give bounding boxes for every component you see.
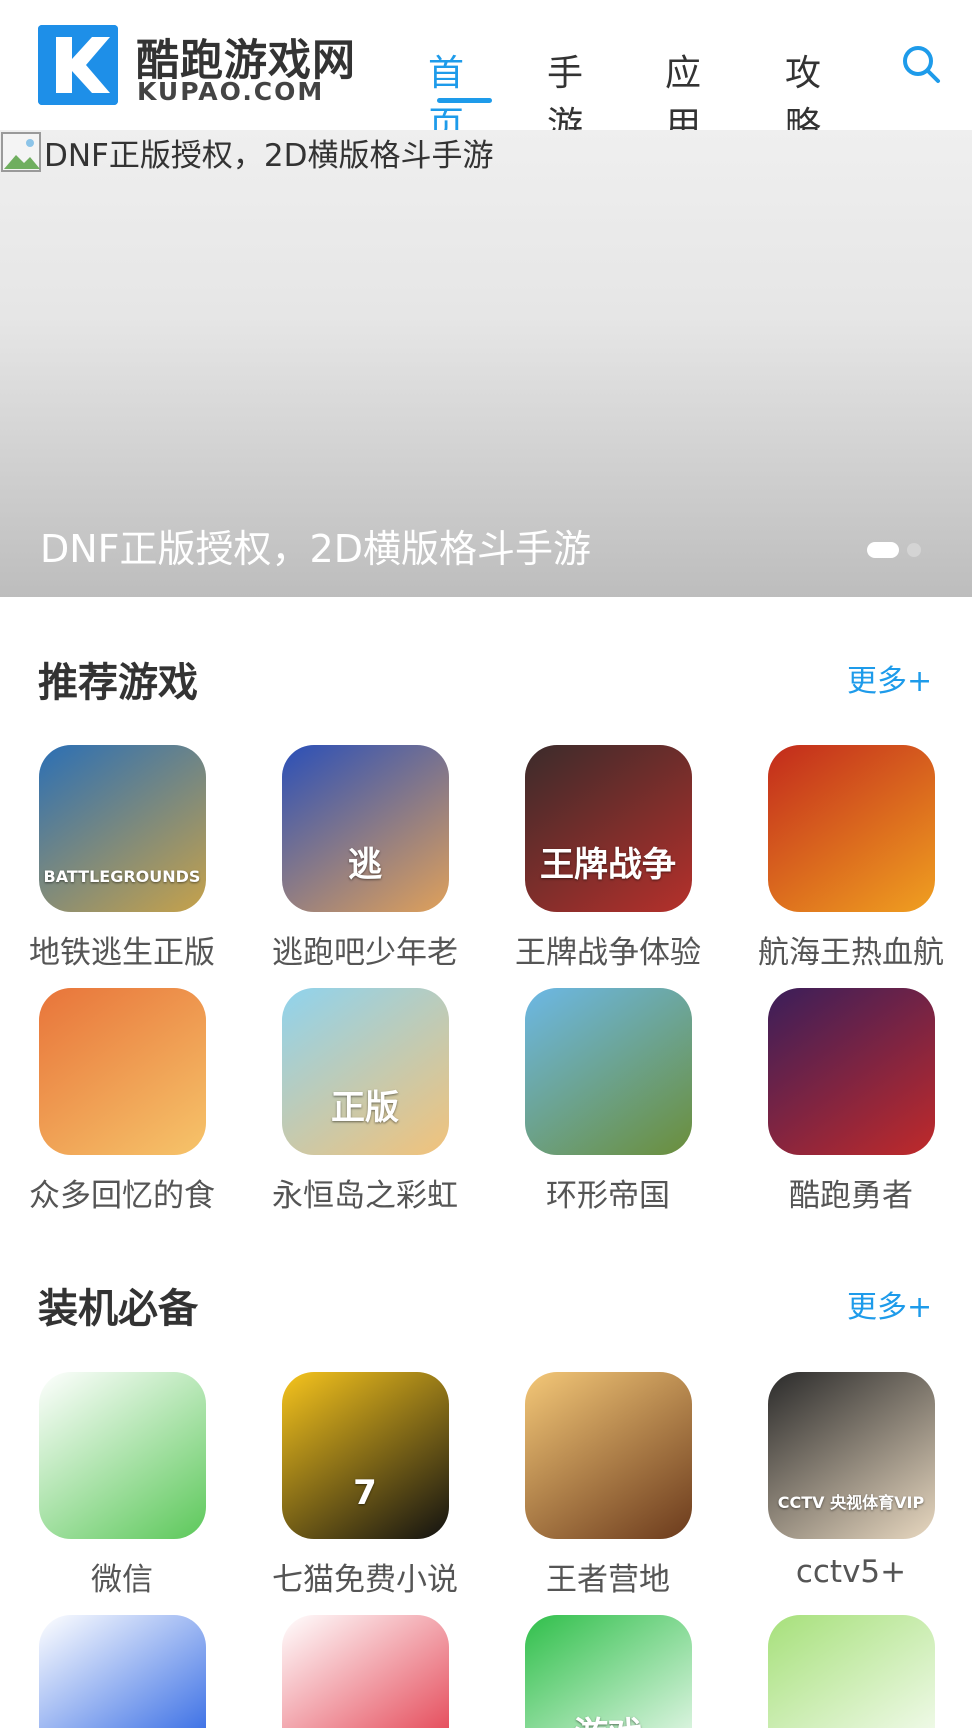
essentials-app-item[interactable]: 微信 xyxy=(7,1372,237,1599)
essentials-app-item[interactable] xyxy=(7,1615,237,1728)
app-icon[interactable]: 游戏 xyxy=(524,1615,692,1728)
app-icon[interactable] xyxy=(38,1615,206,1728)
app-name[interactable]: 微信 xyxy=(7,1554,237,1599)
carousel-dot-active[interactable] xyxy=(867,542,899,558)
hero-banner[interactable]: DNF正版授权，2D横版格斗手游 DNF正版授权，2D横版格斗手游 xyxy=(0,130,972,597)
recommended-app-item[interactable]: 逃逃跑吧少年老 xyxy=(250,745,480,972)
app-icon[interactable]: 正版 xyxy=(281,988,449,1155)
nav-active-indicator xyxy=(437,98,492,103)
banner-caption[interactable]: DNF正版授权，2D横版格斗手游 xyxy=(40,518,591,573)
broken-image-icon xyxy=(1,131,41,172)
app-name[interactable]: 逃跑吧少年老 xyxy=(250,927,480,972)
carousel-dot[interactable] xyxy=(907,543,921,557)
recommended-app-item[interactable]: 正版 永恒岛之彩虹 xyxy=(250,988,480,1215)
app-icon-text: 正版 xyxy=(331,1088,399,1128)
app-icon-text: 逃 xyxy=(348,845,382,885)
more-link-essentials[interactable]: 更多+ xyxy=(847,1282,932,1326)
essentials-app-item[interactable]: 王者营地 xyxy=(493,1372,723,1599)
essentials-app-item[interactable] xyxy=(250,1615,480,1728)
section-title-recommended: 推荐游戏 xyxy=(38,660,198,706)
app-name[interactable]: 航海王热血航 xyxy=(736,927,966,972)
app-icon[interactable] xyxy=(38,1372,206,1539)
app-name[interactable]: 七猫免费小说 xyxy=(250,1554,480,1599)
site-logo-subtitle: KUPAO.COM xyxy=(137,77,325,106)
site-header: 酷跑游戏网 KUPAO.COM 首页 手游 应用 攻略 xyxy=(0,0,972,146)
app-icon[interactable] xyxy=(767,988,935,1155)
app-icon-text: 游戏 xyxy=(525,1707,692,1728)
more-link-recommended[interactable]: 更多+ xyxy=(847,656,932,700)
app-name[interactable]: 酷跑勇者 xyxy=(736,1170,966,1215)
app-icon[interactable] xyxy=(38,988,206,1155)
app-icon[interactable]: BATTLEGROUNDS xyxy=(38,745,206,912)
recommended-app-item[interactable]: 酷跑勇者 xyxy=(736,988,966,1215)
recommended-app-item[interactable]: 航海王热血航 xyxy=(736,745,966,972)
app-icon[interactable] xyxy=(524,1372,692,1539)
app-icon[interactable] xyxy=(524,988,692,1155)
app-icon[interactable]: 7 xyxy=(281,1372,449,1539)
search-icon[interactable] xyxy=(901,44,941,84)
recommended-app-item[interactable]: 众多回忆的食 xyxy=(7,988,237,1215)
app-name[interactable]: 永恒岛之彩虹 xyxy=(250,1170,480,1215)
app-name[interactable]: cctv5+ xyxy=(736,1554,966,1590)
app-icon[interactable]: 王牌战争 xyxy=(524,745,692,912)
section-title-essentials: 装机必备 xyxy=(38,1286,198,1332)
essentials-app-item[interactable]: 7 七猫免费小说 xyxy=(250,1372,480,1599)
app-icon-text: CCTV 央视体育VIP xyxy=(777,1493,925,1512)
kupao-logo-icon[interactable] xyxy=(38,25,118,105)
app-icon[interactable] xyxy=(767,745,935,912)
app-icon[interactable] xyxy=(767,1615,935,1728)
app-icon-text: BATTLEGROUNDS xyxy=(43,867,201,886)
app-icon[interactable]: CCTV 央视体育VIP xyxy=(767,1372,935,1539)
essentials-app-item[interactable]: CCTV 央视体育VIP cctv5+ xyxy=(736,1372,966,1590)
banner-image[interactable]: DNF正版授权，2D横版格斗手游 xyxy=(0,130,493,175)
recommended-app-item[interactable]: 王牌战争王牌战争体验 xyxy=(493,745,723,972)
app-icon[interactable]: 逃 xyxy=(281,745,449,912)
recommended-app-item[interactable]: BATTLEGROUNDS 地铁逃生正版 xyxy=(7,745,237,972)
app-icon-text: 王牌战争 xyxy=(540,845,676,885)
banner-image-alt: DNF正版授权，2D横版格斗手游 xyxy=(44,138,494,174)
essentials-app-item[interactable] xyxy=(736,1615,966,1728)
app-name[interactable]: 环形帝国 xyxy=(493,1170,723,1215)
essentials-app-item[interactable]: 游戏 xyxy=(493,1615,723,1728)
app-icon[interactable] xyxy=(281,1615,449,1728)
app-name[interactable]: 王者营地 xyxy=(493,1554,723,1599)
app-icon-text: 7 xyxy=(353,1473,377,1513)
app-name[interactable]: 王牌战争体验 xyxy=(493,927,723,972)
app-name[interactable]: 地铁逃生正版 xyxy=(7,927,237,972)
recommended-app-item[interactable]: 环形帝国 xyxy=(493,988,723,1215)
app-name[interactable]: 众多回忆的食 xyxy=(7,1170,237,1215)
